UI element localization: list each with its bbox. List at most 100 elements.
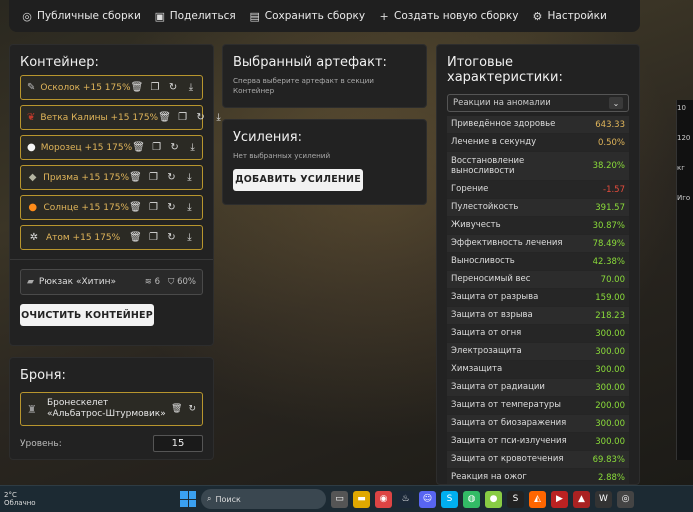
artifact-slot-label: Ветка Калины +15 175% xyxy=(40,112,159,123)
stat-row: Горение -1.57 xyxy=(447,181,629,199)
artifact-slot[interactable]: ● Солнце +15 175% 🗑 ❐ ↻ ⤓ xyxy=(20,195,203,220)
divider xyxy=(10,259,213,260)
weather-widget[interactable]: 2°C Облачно xyxy=(4,491,36,507)
skype-icon[interactable]: S xyxy=(441,490,458,508)
chrome-icon[interactable]: ◉ xyxy=(375,490,392,508)
stat-label: Защита от огня xyxy=(451,328,522,339)
trash-icon[interactable]: 🗑 xyxy=(129,172,142,183)
swap-icon[interactable]: ↻ xyxy=(194,112,207,123)
app-stalcraft-icon[interactable]: S xyxy=(507,490,524,508)
artifact-slot[interactable]: ❦ Ветка Калины +15 175% 🗑 ❐ ↻ ⤓ xyxy=(20,105,221,130)
stat-value: 70.00 xyxy=(600,274,625,285)
stat-row: Выносливость 42.38% xyxy=(447,253,629,271)
brave-icon[interactable]: ◭ xyxy=(529,490,546,508)
selected-artifact-title: Выбранный артефакт: xyxy=(233,55,387,70)
stat-value: 0.50% xyxy=(597,137,625,148)
copy-icon[interactable]: ❐ xyxy=(147,202,160,213)
artifact-icon: ◆ xyxy=(28,172,37,183)
download-icon[interactable]: ⤓ xyxy=(185,82,198,93)
swap-icon[interactable]: ↻ xyxy=(165,202,178,213)
file-explorer-icon[interactable]: ▬ xyxy=(353,490,370,508)
trash-icon[interactable]: 🗑 xyxy=(129,202,142,213)
swap-icon[interactable]: ↻ xyxy=(168,142,181,153)
stat-label: Защита от биозаражения xyxy=(451,418,567,429)
nav-label: Настройки xyxy=(547,10,607,22)
clear-container-button[interactable]: ОЧИСТИТЬ КОНТЕЙНЕР xyxy=(20,304,154,326)
taskbar-apps: ⌕ Поиск ▭ ▬ ◉ ♨ ☺ S ◍ ● S ◭ ▶ ▲ W ◎ xyxy=(180,489,634,509)
stat-value: 78.49% xyxy=(592,238,625,249)
nav-gear[interactable]: ⚙ Настройки xyxy=(531,9,607,23)
swap-icon[interactable]: ↻ xyxy=(167,82,180,93)
copy-icon[interactable]: ❐ xyxy=(176,112,189,123)
download-icon[interactable]: ⤓ xyxy=(183,202,196,213)
copy-icon[interactable]: ❐ xyxy=(147,172,160,183)
armor-slot[interactable]: ♜ Бронескелет «Альбатрос-Штурмовик» 🗑 ↻ xyxy=(20,392,203,426)
artifact-slot[interactable]: ✎ Осколок +15 175% 🗑 ❐ ↻ ⤓ xyxy=(20,75,203,100)
nav-plus[interactable]: + Создать новую сборку xyxy=(378,10,518,23)
app-media-icon[interactable]: ▶ xyxy=(551,490,568,508)
trash-icon[interactable]: 🗑 xyxy=(132,142,145,153)
nav-label: Публичные сборки xyxy=(37,10,141,22)
add-boost-button[interactable]: ДОБАВИТЬ УСИЛЕНИЕ xyxy=(233,168,363,191)
nav-share[interactable]: ▣ Поделиться xyxy=(154,9,236,23)
background-text: 120 xyxy=(677,134,691,142)
artifact-slot[interactable]: ● Морозец +15 175% 🗑 ❐ ↻ ⤓ xyxy=(20,135,203,160)
stat-row: Защита от огня 300.00 xyxy=(447,325,629,343)
level-row: Уровень: 15 xyxy=(20,435,203,452)
artifact-slot-label: Призма +15 175% xyxy=(43,172,129,183)
backpack-icon: ▰ xyxy=(27,277,34,287)
app-red-icon[interactable]: ▲ xyxy=(573,490,590,508)
trash-icon[interactable]: 🗑 xyxy=(171,404,182,414)
gear-icon: ⚙ xyxy=(532,9,543,23)
slot-actions: 🗑 ❐ ↻ ⤓ xyxy=(129,172,196,183)
windows-start-icon[interactable] xyxy=(180,491,196,507)
app-globe-icon[interactable]: ◍ xyxy=(463,490,480,508)
stats-filter-select[interactable]: Реакции на аномалии ⌄ xyxy=(447,94,629,112)
stat-label: Защита от пси-излучения xyxy=(451,436,567,447)
boosts-title: Усиления: xyxy=(233,130,302,145)
slot-actions: 🗑 ❐ ↻ ⤓ xyxy=(158,112,225,123)
stats-panel: Итоговые характеристики: Реакции на аном… xyxy=(436,44,640,485)
nav-save[interactable]: ▤ Сохранить сборку xyxy=(249,10,366,23)
steam-icon[interactable]: ♨ xyxy=(397,490,414,508)
artifact-slot-label: Морозец +15 175% xyxy=(40,142,133,153)
stat-row: Защита от кровотечения 69.83% xyxy=(447,451,629,469)
share-icon: ▣ xyxy=(154,9,165,23)
artifact-slot[interactable]: ◆ Призма +15 175% 🗑 ❐ ↻ ⤓ xyxy=(20,165,203,190)
swap-icon[interactable]: ↻ xyxy=(165,172,178,183)
app-circle-icon[interactable]: ◎ xyxy=(617,490,634,508)
app-ball-icon[interactable]: ● xyxy=(485,490,502,508)
stat-label: Переносимый вес xyxy=(451,274,531,285)
stat-label: Эффективность лечения xyxy=(451,238,563,249)
armor-panel: Броня: ♜ Бронескелет «Альбатрос-Штурмови… xyxy=(9,357,214,460)
stat-label: Лечение в секунду xyxy=(451,137,537,148)
download-icon[interactable]: ⤓ xyxy=(186,142,199,153)
swap-icon[interactable]: ↻ xyxy=(165,232,178,243)
copy-icon[interactable]: ❐ xyxy=(149,82,162,93)
selected-artifact-panel: Выбранный артефакт: Сперва выберите арте… xyxy=(222,44,427,108)
task-view-icon[interactable]: ▭ xyxy=(331,490,348,508)
artifact-slot-list: ✎ Осколок +15 175% 🗑 ❐ ↻ ⤓ ❦ Ветка Калины +15 1… xyxy=(20,75,221,250)
stat-row: Защита от пси-излучения 300.00 xyxy=(447,433,629,451)
stat-value: 2.88% xyxy=(597,472,625,483)
swap-icon[interactable]: ↻ xyxy=(188,404,196,414)
taskbar-search[interactable]: ⌕ Поиск xyxy=(201,489,326,509)
stat-label: Выносливость xyxy=(451,256,515,267)
copy-icon[interactable]: ❐ xyxy=(147,232,160,243)
stat-label: Приведённое здоровье xyxy=(451,119,556,130)
app-w-icon[interactable]: W xyxy=(595,490,612,508)
copy-icon[interactable]: ❐ xyxy=(150,142,163,153)
artifact-slot[interactable]: ✲ Атом +15 175% 🗑 ❐ ↻ ⤓ xyxy=(20,225,203,250)
trash-icon[interactable]: 🗑 xyxy=(131,82,144,93)
background-window-fragment: 10 120 кг Иго xyxy=(676,100,693,460)
trash-icon[interactable]: 🗑 xyxy=(158,112,171,123)
stat-row: Защита от взрыва 218.23 xyxy=(447,307,629,325)
discord-icon[interactable]: ☺ xyxy=(419,490,436,508)
nav-globe[interactable]: ◎ Публичные сборки xyxy=(21,10,141,23)
download-icon[interactable]: ⤓ xyxy=(183,232,196,243)
download-icon[interactable]: ⤓ xyxy=(183,172,196,183)
stat-label: Горение xyxy=(451,184,489,195)
trash-icon[interactable]: 🗑 xyxy=(129,232,142,243)
level-input[interactable]: 15 xyxy=(153,435,203,452)
backpack-slot[interactable]: ▰ Рюкзак «Хитин» ≋ 6 ⛉ 60% xyxy=(20,269,203,295)
